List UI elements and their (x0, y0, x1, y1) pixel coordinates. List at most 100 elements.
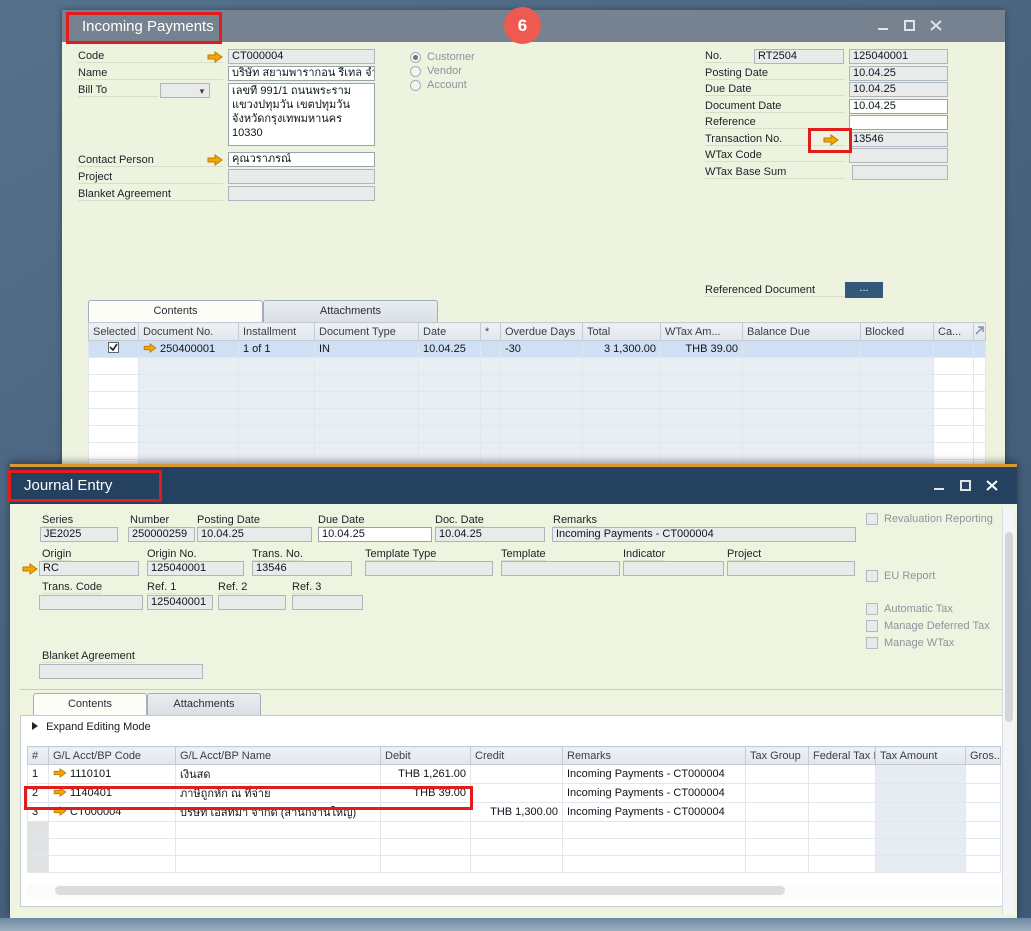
posting-date-field[interactable]: 10.04.25 (197, 527, 312, 542)
eu-report-checkbox[interactable]: EU Report (866, 570, 935, 582)
minimize-icon[interactable] (877, 19, 891, 32)
row-checkbox[interactable] (88, 340, 139, 358)
gross-cell (965, 783, 1001, 803)
manage-deferred-tax-checkbox[interactable]: Manage Deferred Tax (866, 620, 990, 632)
col-federal-tax-id: Federal Tax ID (808, 746, 876, 765)
link-arrow-icon[interactable] (53, 767, 67, 781)
ref2-field[interactable] (218, 595, 286, 610)
expand-editing-mode-toggle[interactable]: Expand Editing Mode (32, 721, 151, 733)
transaction-link-arrow-icon[interactable] (823, 134, 839, 146)
col-tax-amount: Tax Amount (875, 746, 966, 765)
col-tax-group: Tax Group (745, 746, 809, 765)
name-field[interactable]: บริษัท สยามพารากอน รีเทล จำกั (228, 66, 375, 81)
eu-report-label: EU Report (884, 570, 936, 582)
code-link-arrow-icon[interactable] (207, 51, 223, 63)
minimize-icon[interactable] (933, 479, 947, 492)
code-label: Code (78, 50, 223, 63)
gl-code-cell[interactable]: CT000004 (48, 802, 176, 822)
indicator-field[interactable] (623, 561, 724, 576)
origin-field[interactable]: RC (39, 561, 139, 576)
customer-radio[interactable]: Customer (410, 51, 475, 63)
ref2-label: Ref. 2 (218, 581, 248, 594)
vendor-radio[interactable]: Vendor (410, 65, 462, 77)
revaluation-reporting-checkbox[interactable]: Revaluation Reporting (866, 513, 993, 525)
indicator-label: Indicator (623, 548, 666, 561)
scrollbar-thumb[interactable] (55, 886, 785, 895)
referenced-document-button[interactable]: ... (845, 282, 883, 298)
series-field[interactable]: JE2025 (40, 527, 118, 542)
automatic-tax-checkbox[interactable]: Automatic Tax (866, 603, 953, 615)
tab-attachments[interactable]: Attachments (263, 300, 438, 322)
vertical-scrollbar[interactable] (1002, 507, 1015, 914)
tab-contents[interactable]: Contents (88, 300, 263, 322)
blanket-agreement-field[interactable] (39, 664, 203, 679)
reference-field[interactable] (849, 115, 948, 130)
account-radio[interactable]: Account (410, 79, 467, 91)
line-num-cell: 1 (27, 764, 49, 784)
checkbox-icon (866, 603, 878, 615)
posting-date-label: Posting Date (705, 67, 845, 80)
maximize-icon[interactable] (903, 19, 917, 32)
trans-no-field[interactable]: 13546 (252, 561, 352, 576)
origin-link-arrow-icon[interactable] (22, 563, 38, 575)
contact-link-arrow-icon[interactable] (207, 154, 223, 166)
customer-radio-label: Customer (427, 51, 475, 63)
origin-no-field[interactable]: 125040001 (147, 561, 244, 576)
col-date: Date (418, 322, 481, 341)
due-date-field[interactable]: 10.04.25 (849, 82, 948, 97)
project-field[interactable] (727, 561, 855, 576)
debit-cell: THB 39.00 (380, 783, 471, 803)
link-arrow-icon[interactable] (143, 342, 157, 356)
journal-entry-title: Journal Entry (24, 477, 113, 494)
transaction-no-field[interactable]: 13546 (849, 132, 948, 147)
close-icon[interactable] (929, 19, 943, 32)
maximize-icon[interactable] (959, 479, 973, 492)
tab-contents[interactable]: Contents (33, 693, 147, 715)
template-type-field[interactable] (365, 561, 493, 576)
posting-date-field[interactable]: 10.04.25 (849, 66, 948, 81)
ref1-field[interactable]: 125040001 (147, 595, 213, 610)
horizontal-scrollbar[interactable] (27, 884, 1000, 897)
wtax-amount-cell: THB 39.00 (660, 340, 743, 358)
radio-ring-icon (410, 65, 421, 77)
gl-code-cell[interactable]: 1110101 (48, 764, 176, 784)
template-label: Template (501, 548, 546, 561)
no-number-field[interactable]: 125040001 (849, 49, 948, 64)
chevron-down-icon[interactable]: ▼ (198, 87, 206, 96)
number-field[interactable]: 250000259 (128, 527, 195, 542)
blanket-agreement-field[interactable] (228, 186, 375, 201)
checkbox-icon (866, 620, 878, 632)
document-no-cell[interactable]: 250400001 (138, 340, 239, 358)
due-date-field[interactable]: 10.04.25 (318, 527, 432, 542)
no-series-field[interactable]: RT2504 (754, 49, 844, 64)
trans-code-field[interactable] (39, 595, 143, 610)
documents-table: Selected Document No. Installment Docume… (88, 322, 986, 477)
scrollbar-thumb[interactable] (1005, 532, 1013, 722)
document-date-field[interactable]: 10.04.25 (849, 99, 948, 114)
incoming-payments-window: Incoming Payments Code CT000004 Name บริ… (62, 10, 1005, 477)
link-arrow-icon[interactable] (53, 805, 67, 819)
tab-attachments[interactable]: Attachments (147, 693, 261, 715)
contact-person-field[interactable]: คุณวราภรณ์ (228, 152, 375, 167)
expand-grid-icon[interactable] (973, 322, 986, 341)
link-arrow-icon[interactable] (53, 786, 67, 800)
gl-code-cell[interactable]: 1140401 (48, 783, 176, 803)
close-icon[interactable] (985, 479, 999, 492)
project-field[interactable] (228, 169, 375, 184)
wtax-code-field[interactable] (849, 148, 948, 163)
automatic-tax-label: Automatic Tax (884, 603, 953, 615)
wtax-base-sum-field[interactable] (852, 165, 948, 180)
code-field[interactable]: CT000004 (228, 49, 375, 64)
doc-date-field[interactable]: 10.04.25 (435, 527, 545, 542)
manage-wtax-checkbox[interactable]: Manage WTax (866, 637, 954, 649)
doc-date-label: Doc. Date (435, 514, 484, 527)
series-label: Series (42, 514, 74, 527)
template-field[interactable] (501, 561, 620, 576)
project-label: Project (78, 171, 223, 184)
ref3-field[interactable] (292, 595, 363, 610)
gl-name-cell: บริษัท เอสทิมา จำกัด (สำนักงานใหญ่) (175, 802, 381, 822)
account-radio-label: Account (427, 79, 467, 91)
bill-to-address-field[interactable]: เลขที่ 991/1 ถนนพระราม แขวงปทุมวัน เขตปท… (228, 83, 375, 146)
ca-cell (933, 340, 974, 358)
remarks-field[interactable]: Incoming Payments - CT000004 (552, 527, 856, 542)
